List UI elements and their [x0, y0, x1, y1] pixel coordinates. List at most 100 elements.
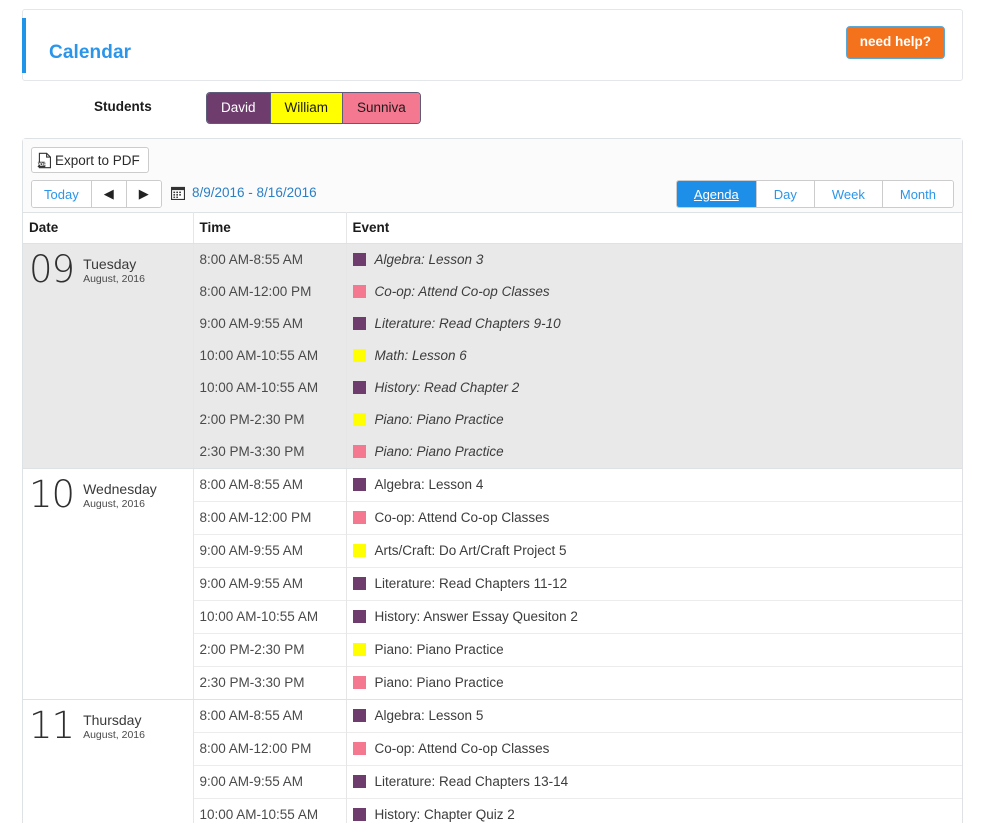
- event-time: 10:00 AM-10:55 AM: [193, 340, 347, 372]
- event-color-swatch-icon: [352, 445, 366, 458]
- event-cell: Piano: Piano Practice: [346, 404, 962, 436]
- event-cell: History: Read Chapter 2: [346, 372, 962, 404]
- agenda-event-row[interactable]: 09 Tuesday August, 2016 8:00 AM-8:55 AM Alge…: [23, 243, 962, 469]
- event-title: Algebra: Lesson 4: [374, 477, 484, 492]
- student-chip-group[interactable]: David William Sunniva: [206, 92, 421, 124]
- event-title: Algebra: Lesson 3: [374, 252, 484, 267]
- event-color-swatch-icon: [352, 511, 366, 524]
- event-color-swatch-icon: [352, 317, 366, 330]
- view-tab-month[interactable]: Month: [882, 181, 953, 207]
- export-to-pdf-label: Export to PDF: [55, 152, 140, 168]
- day-number: 09: [29, 248, 75, 291]
- event-color-swatch-icon: [352, 253, 366, 266]
- prev-period-button[interactable]: ◀: [91, 181, 127, 207]
- event-time: 8:00 AM-8:55 AM: [193, 699, 347, 733]
- date-nav-group[interactable]: Today ◀ ▶: [31, 180, 162, 208]
- agenda-header-row: Date Time Event: [23, 212, 962, 244]
- need-help-button[interactable]: need help?: [845, 26, 945, 59]
- student-chip-william[interactable]: William: [270, 93, 344, 123]
- event-title: Piano: Piano Practice: [374, 444, 504, 459]
- export-to-pdf-button[interactable]: PDF Export to PDF: [31, 147, 149, 173]
- day-info: Wednesday August, 2016: [74, 477, 157, 510]
- column-header-event: Event: [346, 212, 962, 244]
- event-title: Literature: Read Chapters 11-12: [374, 576, 568, 591]
- view-tab-agenda[interactable]: Agenda: [676, 181, 757, 207]
- event-color-swatch-icon: [352, 349, 366, 362]
- calendar-icon: [171, 186, 185, 200]
- event-cell: Piano: Piano Practice: [346, 436, 962, 469]
- view-switcher[interactable]: Agenda Day Week Month: [675, 180, 954, 208]
- event-cell: Literature: Read Chapters 9-10: [346, 308, 962, 340]
- event-time: 8:00 AM-12:00 PM: [193, 501, 347, 535]
- event-time: 9:00 AM-9:55 AM: [193, 567, 347, 601]
- event-title: History: Answer Essay Quesiton 2: [374, 609, 578, 624]
- next-period-button[interactable]: ▶: [126, 181, 161, 207]
- students-label: Students: [94, 99, 152, 114]
- pdf-file-icon: PDF: [36, 152, 53, 169]
- student-chip-david[interactable]: David: [207, 93, 271, 123]
- event-time: 2:30 PM-3:30 PM: [193, 666, 347, 700]
- day-month-year: August, 2016: [83, 729, 145, 742]
- event-cell: History: Chapter Quiz 2: [346, 798, 962, 823]
- event-color-swatch-icon: [352, 478, 366, 491]
- day-number: 10: [29, 473, 75, 516]
- event-cell: History: Answer Essay Quesiton 2: [346, 600, 962, 634]
- event-title: Algebra: Lesson 5: [374, 708, 484, 723]
- event-title: Literature: Read Chapters 9-10: [374, 316, 561, 331]
- svg-text:PDF: PDF: [37, 161, 46, 166]
- day-name: Wednesday: [83, 481, 157, 497]
- today-button[interactable]: Today: [32, 181, 92, 207]
- event-time: 8:00 AM-8:55 AM: [193, 243, 347, 276]
- agenda-table: Date Time Event 09 Tuesday August, 2016 8:0…: [23, 212, 962, 823]
- day-month-year: August, 2016: [83, 498, 145, 511]
- event-time: 10:00 AM-10:55 AM: [193, 798, 347, 823]
- event-color-swatch-icon: [352, 544, 366, 557]
- event-color-swatch-icon: [352, 285, 366, 298]
- event-time: 9:00 AM-9:55 AM: [193, 308, 347, 340]
- event-title: Co-op: Attend Co-op Classes: [374, 510, 550, 525]
- event-title: History: Read Chapter 2: [374, 380, 520, 395]
- event-time: 9:00 AM-9:55 AM: [193, 765, 347, 799]
- event-cell: Piano: Piano Practice: [346, 666, 962, 700]
- students-row: Students David William Sunniva: [22, 92, 963, 124]
- event-color-swatch-icon: [352, 676, 366, 689]
- column-header-time: Time: [193, 212, 347, 244]
- event-cell: Arts/Craft: Do Art/Craft Project 5: [346, 534, 962, 568]
- agenda-event-row[interactable]: 11 Thursday August, 2016 8:00 AM-8:55 AM Alg…: [23, 699, 962, 823]
- event-cell: Literature: Read Chapters 13-14: [346, 765, 962, 799]
- event-time: 8:00 AM-12:00 PM: [193, 276, 347, 308]
- event-color-swatch-icon: [352, 742, 366, 755]
- day-info: Thursday August, 2016: [74, 708, 145, 741]
- agenda-date-cell: 09 Tuesday August, 2016: [23, 243, 194, 469]
- event-cell: Algebra: Lesson 4: [346, 469, 962, 502]
- event-color-swatch-icon: [352, 413, 366, 426]
- event-title: Piano: Piano Practice: [374, 675, 504, 690]
- calendar-page: Calendar need help? Students David Willia…: [0, 0, 985, 823]
- event-time: 2:30 PM-3:30 PM: [193, 436, 347, 469]
- view-tab-day[interactable]: Day: [756, 181, 815, 207]
- event-cell: Literature: Read Chapters 11-12: [346, 567, 962, 601]
- event-cell: Co-op: Attend Co-op Classes: [346, 732, 962, 766]
- event-title: Co-op: Attend Co-op Classes: [374, 741, 550, 756]
- event-color-swatch-icon: [352, 577, 366, 590]
- event-time: 10:00 AM-10:55 AM: [193, 372, 347, 404]
- event-title: Literature: Read Chapters 13-14: [374, 774, 569, 789]
- event-color-swatch-icon: [352, 775, 366, 788]
- calendar-toolbar: PDF Export to PDF Today ◀ ▶ 8/9/2016 - 8…: [23, 139, 962, 212]
- view-tab-week[interactable]: Week: [814, 181, 883, 207]
- calendar-panel: PDF Export to PDF Today ◀ ▶ 8/9/2016 - 8…: [22, 138, 963, 823]
- event-time: 8:00 AM-12:00 PM: [193, 732, 347, 766]
- event-time: 8:00 AM-8:55 AM: [193, 468, 347, 502]
- event-time: 2:00 PM-2:30 PM: [193, 633, 347, 667]
- date-range-label: 8/9/2016 - 8/16/2016: [192, 185, 317, 200]
- date-range[interactable]: 8/9/2016 - 8/16/2016: [171, 185, 317, 200]
- day-name: Tuesday: [83, 256, 137, 272]
- event-time: 9:00 AM-9:55 AM: [193, 534, 347, 568]
- event-cell: Algebra: Lesson 3: [346, 243, 962, 276]
- agenda-event-row[interactable]: 10 Wednesday August, 2016 8:00 AM-8:55 AM Al…: [23, 468, 962, 700]
- day-name: Thursday: [83, 712, 142, 728]
- student-chip-sunniva[interactable]: Sunniva: [343, 93, 420, 123]
- event-color-swatch-icon: [352, 808, 366, 821]
- event-title: Co-op: Attend Co-op Classes: [374, 284, 550, 299]
- event-cell: Co-op: Attend Co-op Classes: [346, 276, 962, 308]
